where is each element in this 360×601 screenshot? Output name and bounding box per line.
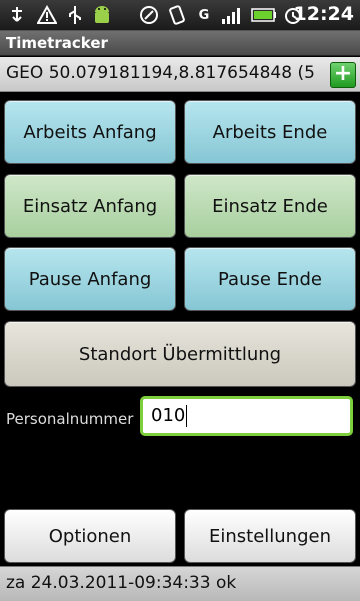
settings-button[interactable]: Einstellungen xyxy=(184,509,356,563)
usb-icon xyxy=(6,4,28,26)
status-time: 12:24 xyxy=(293,3,354,25)
pause-end-button[interactable]: Pause Ende xyxy=(184,247,356,311)
personnel-label: Personalnummer xyxy=(6,410,134,428)
usb-connection-icon xyxy=(66,4,84,26)
mission-start-button[interactable]: Einsatz Anfang xyxy=(4,174,176,238)
status-footer: za 24.03.2011-09:34:33 ok xyxy=(0,566,360,601)
work-start-button[interactable]: Arbeits Anfang xyxy=(4,100,176,164)
personnel-number-input[interactable]: 010 xyxy=(140,396,353,436)
data-g-icon: G xyxy=(198,7,210,23)
status-bar: G 12:24 xyxy=(0,0,360,31)
status-message: za 24.03.2011-09:34:33 ok xyxy=(6,573,237,593)
alert-icon xyxy=(36,4,58,26)
location-transmit-button[interactable]: Standort Übermittlung xyxy=(4,321,356,387)
app-title: Timetracker xyxy=(6,34,108,52)
pause-start-button[interactable]: Pause Anfang xyxy=(4,247,176,311)
android-icon xyxy=(90,4,114,26)
text-caret xyxy=(186,405,188,427)
signal-strength-icon xyxy=(220,4,244,26)
signal-icon xyxy=(138,4,160,26)
battery-icon xyxy=(250,4,278,26)
mission-end-button[interactable]: Einsatz Ende xyxy=(184,174,356,238)
options-button[interactable]: Optionen xyxy=(4,509,176,563)
add-button[interactable]: + xyxy=(330,62,356,88)
work-end-button[interactable]: Arbeits Ende xyxy=(184,100,356,164)
geo-bar: GEO 50.079181194,8.817654848 (5 + xyxy=(0,57,360,92)
personnel-number-value: 010 xyxy=(151,405,186,426)
app-titlebar: Timetracker xyxy=(0,31,360,56)
rotate-icon xyxy=(166,4,188,26)
geo-text: GEO 50.079181194,8.817654848 (5 xyxy=(6,63,315,83)
